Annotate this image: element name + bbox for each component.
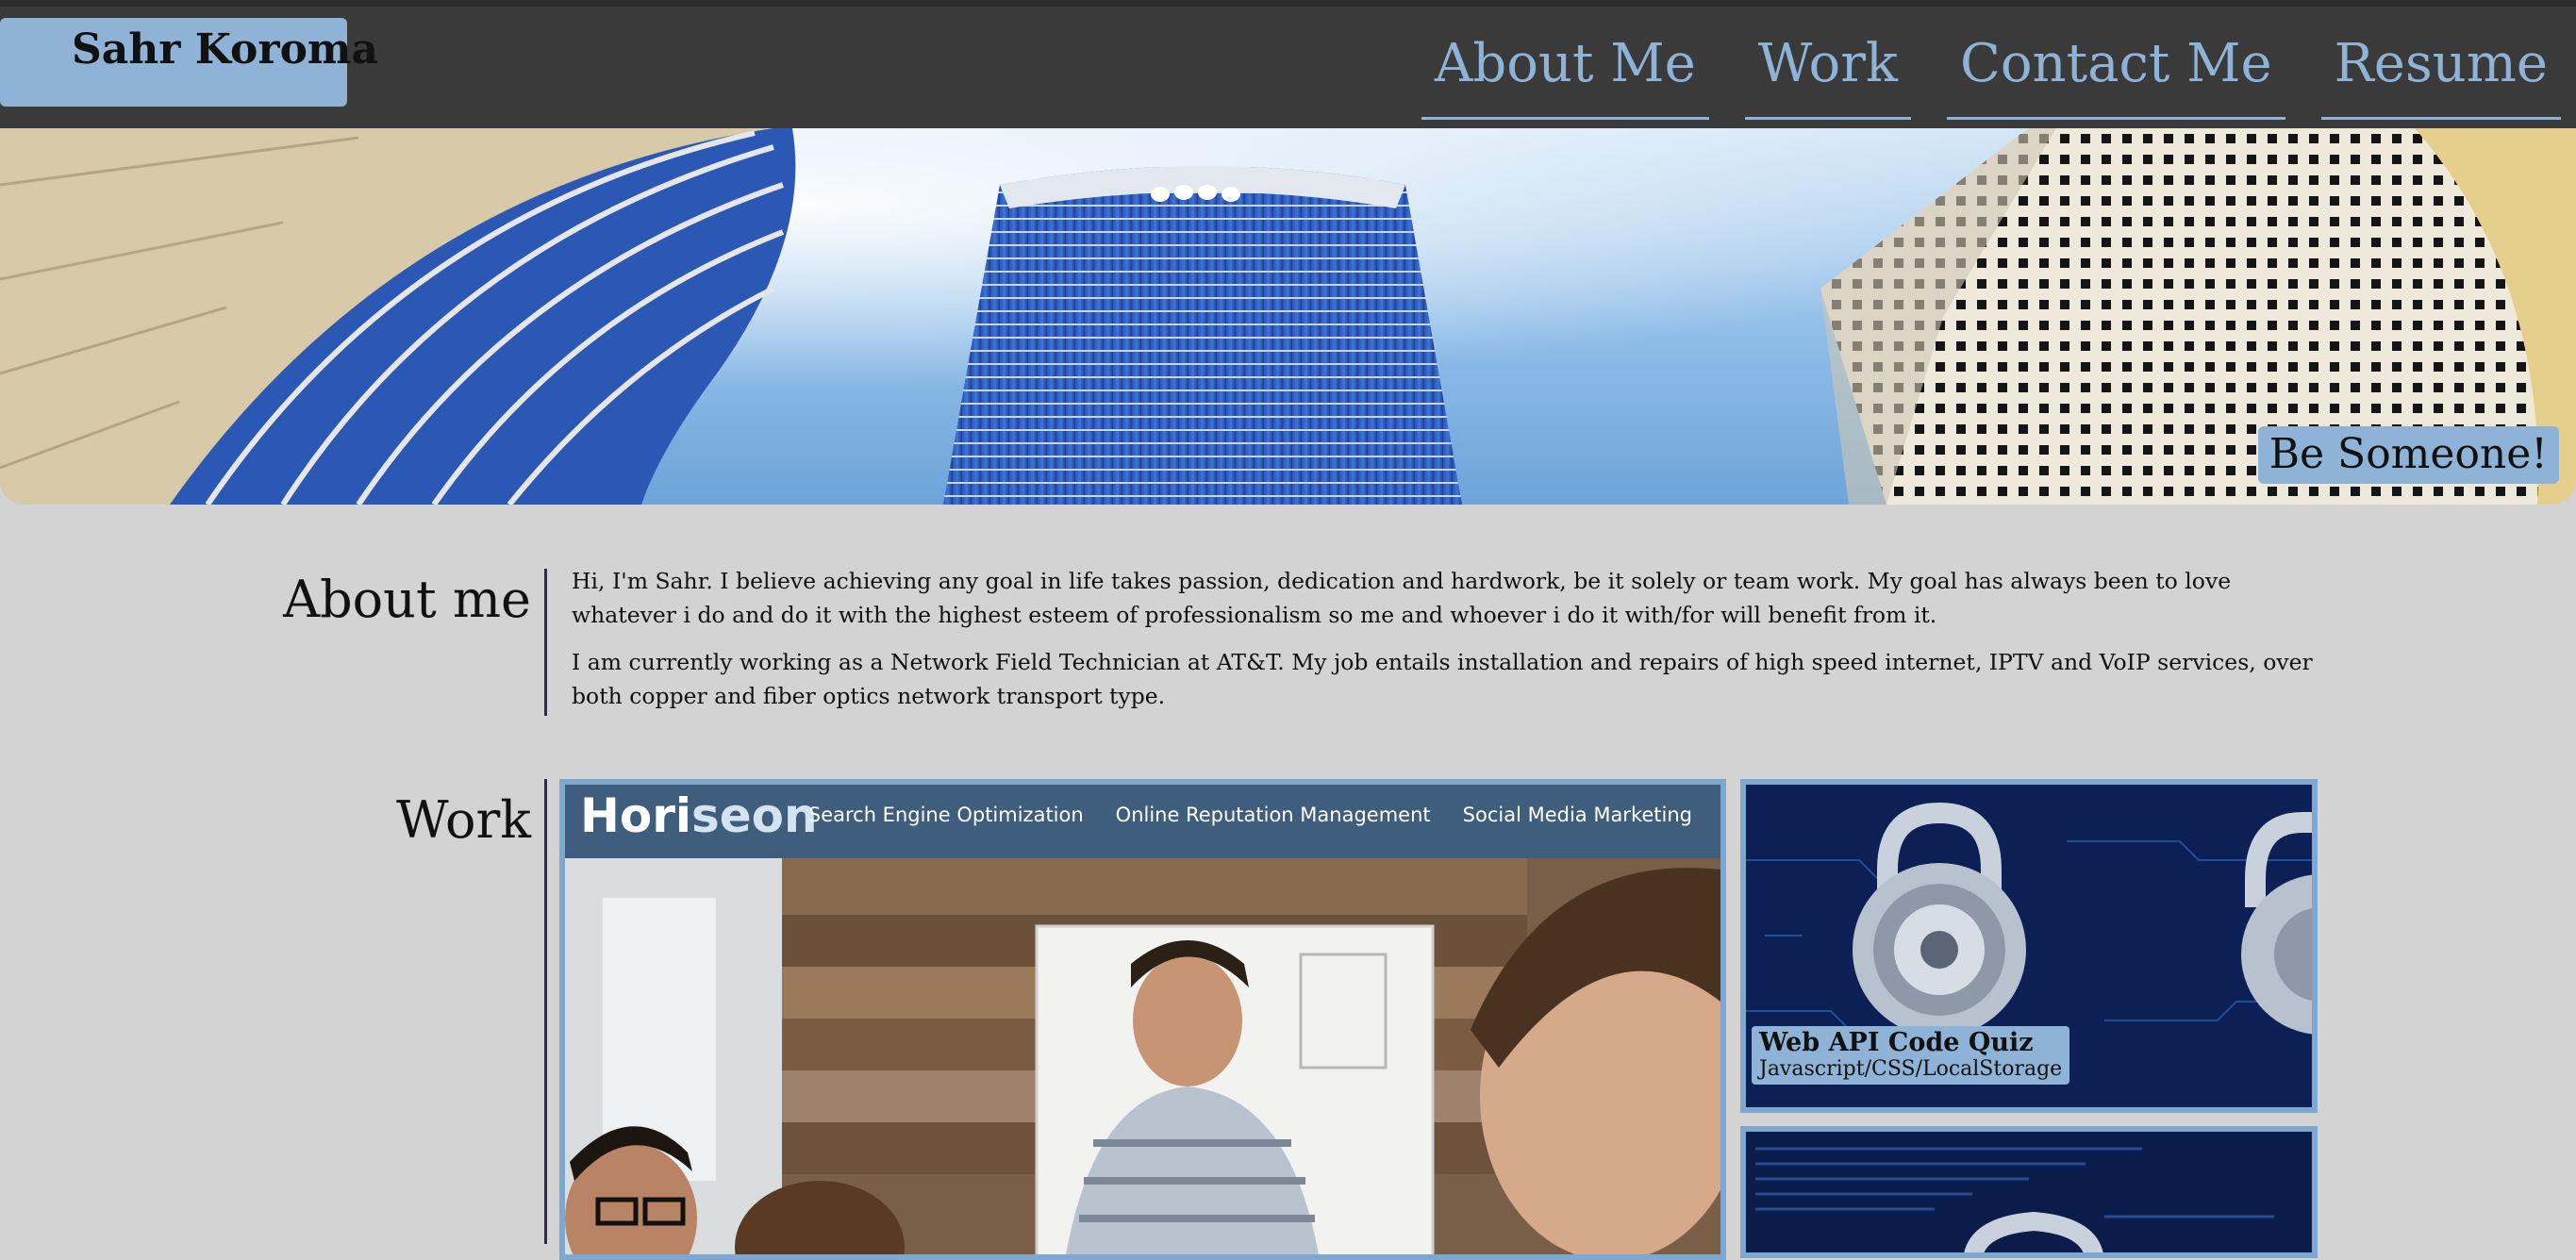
nav-about-me[interactable]: About Me: [1421, 29, 1709, 120]
nav-resume[interactable]: Resume: [2320, 29, 2561, 120]
about-text: Hi, I'm Sahr. I believe achieving any go…: [572, 564, 2318, 726]
nav-contact-me[interactable]: Contact Me: [1946, 29, 2285, 120]
about-paragraph: Hi, I'm Sahr. I believe achieving any go…: [572, 568, 2232, 628]
horiseon-logo: Horiseon: [580, 788, 818, 843]
nav-work[interactable]: Work: [1744, 29, 1911, 120]
code-quiz-caption: Web API Code Quiz Javascript/CSS/LocalSt…: [1752, 1026, 2070, 1085]
hero-skyline-image: [0, 128, 2576, 505]
about-divider: [544, 569, 547, 716]
about-paragraph: I am currently working as a Network Fiel…: [572, 649, 2313, 709]
work-divider: [544, 779, 547, 1244]
horiseon-link-social: Social Media Marketing: [1462, 804, 1692, 826]
code-quiz-title: Web API Code Quiz: [1759, 1028, 2034, 1057]
code-quiz-tech: Javascript/CSS/LocalStorage: [1759, 1057, 2063, 1081]
horiseon-navbar: Horiseon Search Engine Optimization Onli…: [565, 785, 1720, 858]
site-header: Sahr Koroma About Me Work Contact Me Res…: [0, 0, 2576, 128]
horiseon-links: Search Engine Optimization Online Reputa…: [808, 804, 1692, 826]
hero-tagline: Be Someone!: [2257, 426, 2559, 484]
hero-banner: Be Someone!: [0, 128, 2576, 505]
horiseon-link-reputation: Online Reputation Management: [1115, 804, 1431, 826]
brand-name: Sahr Koroma: [72, 25, 378, 74]
main-nav: About Me Work Contact Me Resume: [1421, 29, 2561, 120]
work-heading: Work: [396, 790, 531, 850]
featured-project-card[interactable]: Horiseon Search Engine Optimization Onli…: [559, 779, 1726, 1260]
project-card-code-quiz[interactable]: Web API Code Quiz Javascript/CSS/LocalSt…: [1740, 779, 2318, 1113]
brand-badge[interactable]: Sahr Koroma: [0, 18, 378, 107]
code-padlock-image: [1746, 1132, 2312, 1252]
project-card-next[interactable]: [1740, 1126, 2318, 1258]
horiseon-link-seo: Search Engine Optimization: [807, 804, 1084, 826]
about-heading: About me: [283, 570, 531, 629]
